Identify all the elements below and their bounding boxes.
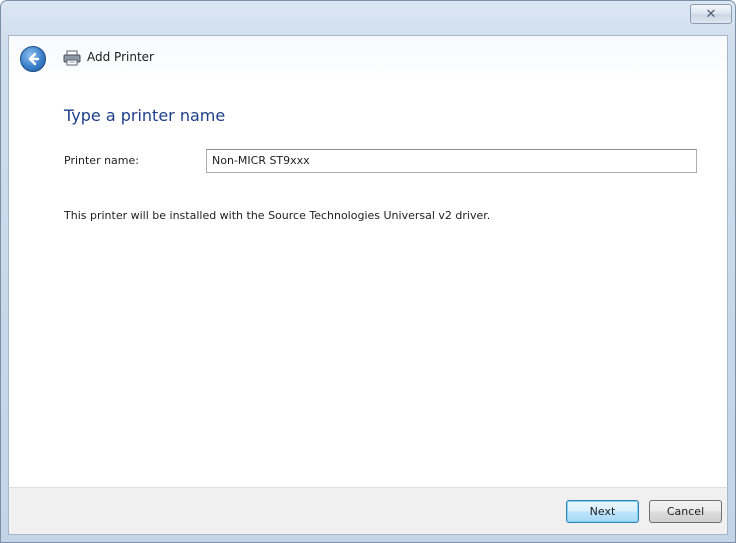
close-button[interactable]: ✕ xyxy=(690,4,732,24)
page-title: Type a printer name xyxy=(64,106,226,125)
next-button[interactable]: Next xyxy=(566,500,639,523)
close-icon: ✕ xyxy=(705,6,717,21)
printer-name-input[interactable]: Non-MICR ST9xxx xyxy=(206,149,697,173)
printer-icon xyxy=(63,50,81,66)
back-button[interactable] xyxy=(20,46,46,72)
cancel-button[interactable]: Cancel xyxy=(649,500,722,523)
back-arrow-icon xyxy=(28,52,40,66)
driver-info-text: This printer will be installed with the … xyxy=(64,209,491,222)
window-title: Add Printer xyxy=(87,50,154,64)
printer-name-label: Printer name: xyxy=(64,154,139,167)
content-panel xyxy=(8,84,728,487)
